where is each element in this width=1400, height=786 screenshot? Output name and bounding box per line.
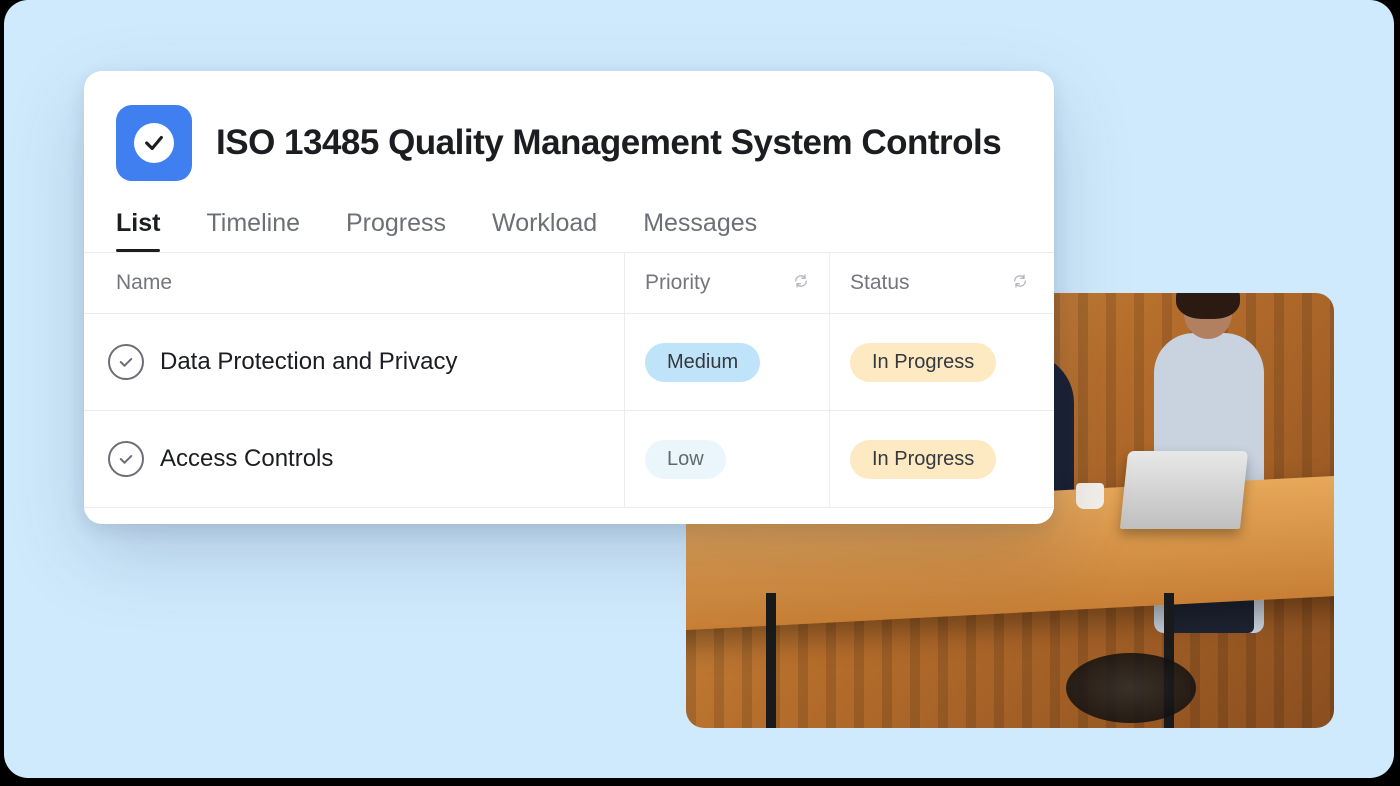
tab-progress[interactable]: Progress [346,199,446,252]
column-header-priority[interactable]: Priority [624,253,829,313]
status-cell[interactable]: In Progress [829,314,1054,410]
refresh-icon[interactable] [1012,271,1028,295]
check-icon [143,132,165,154]
priority-cell[interactable]: Low [624,411,829,507]
status-pill[interactable]: In Progress [850,440,996,479]
table-header-row: Name Priority Status [84,252,1054,314]
complete-checkbox[interactable] [108,344,144,380]
project-card: ISO 13485 Quality Management System Cont… [84,71,1054,524]
task-table: Name Priority Status Data Protection and… [84,252,1054,508]
task-name: Access Controls [160,445,333,473]
status-cell[interactable]: In Progress [829,411,1054,507]
table-row[interactable]: Access Controls Low In Progress [84,411,1054,508]
task-name-cell[interactable]: Data Protection and Privacy [84,344,624,380]
column-header-status-label: Status [850,271,910,295]
status-pill[interactable]: In Progress [850,343,996,382]
card-header: ISO 13485 Quality Management System Cont… [84,71,1054,199]
column-header-status[interactable]: Status [829,253,1054,313]
page-title: ISO 13485 Quality Management System Cont… [216,123,1001,163]
tab-list[interactable]: List [116,199,160,252]
project-icon [116,105,192,181]
tabs: List Timeline Progress Workload Messages [84,199,1054,252]
refresh-icon[interactable] [793,271,809,295]
table-row[interactable]: Data Protection and Privacy Medium In Prog… [84,314,1054,411]
tab-timeline[interactable]: Timeline [206,199,300,252]
complete-checkbox[interactable] [108,441,144,477]
column-header-priority-label: Priority [645,271,710,295]
tab-messages[interactable]: Messages [643,199,757,252]
column-header-name[interactable]: Name [84,253,624,313]
priority-cell[interactable]: Medium [624,314,829,410]
priority-pill[interactable]: Medium [645,343,760,382]
task-name-cell[interactable]: Access Controls [84,441,624,477]
priority-pill[interactable]: Low [645,440,726,479]
canvas-background: ISO 13485 Quality Management System Cont… [4,0,1394,778]
task-name: Data Protection and Privacy [160,348,457,376]
tab-workload[interactable]: Workload [492,199,597,252]
